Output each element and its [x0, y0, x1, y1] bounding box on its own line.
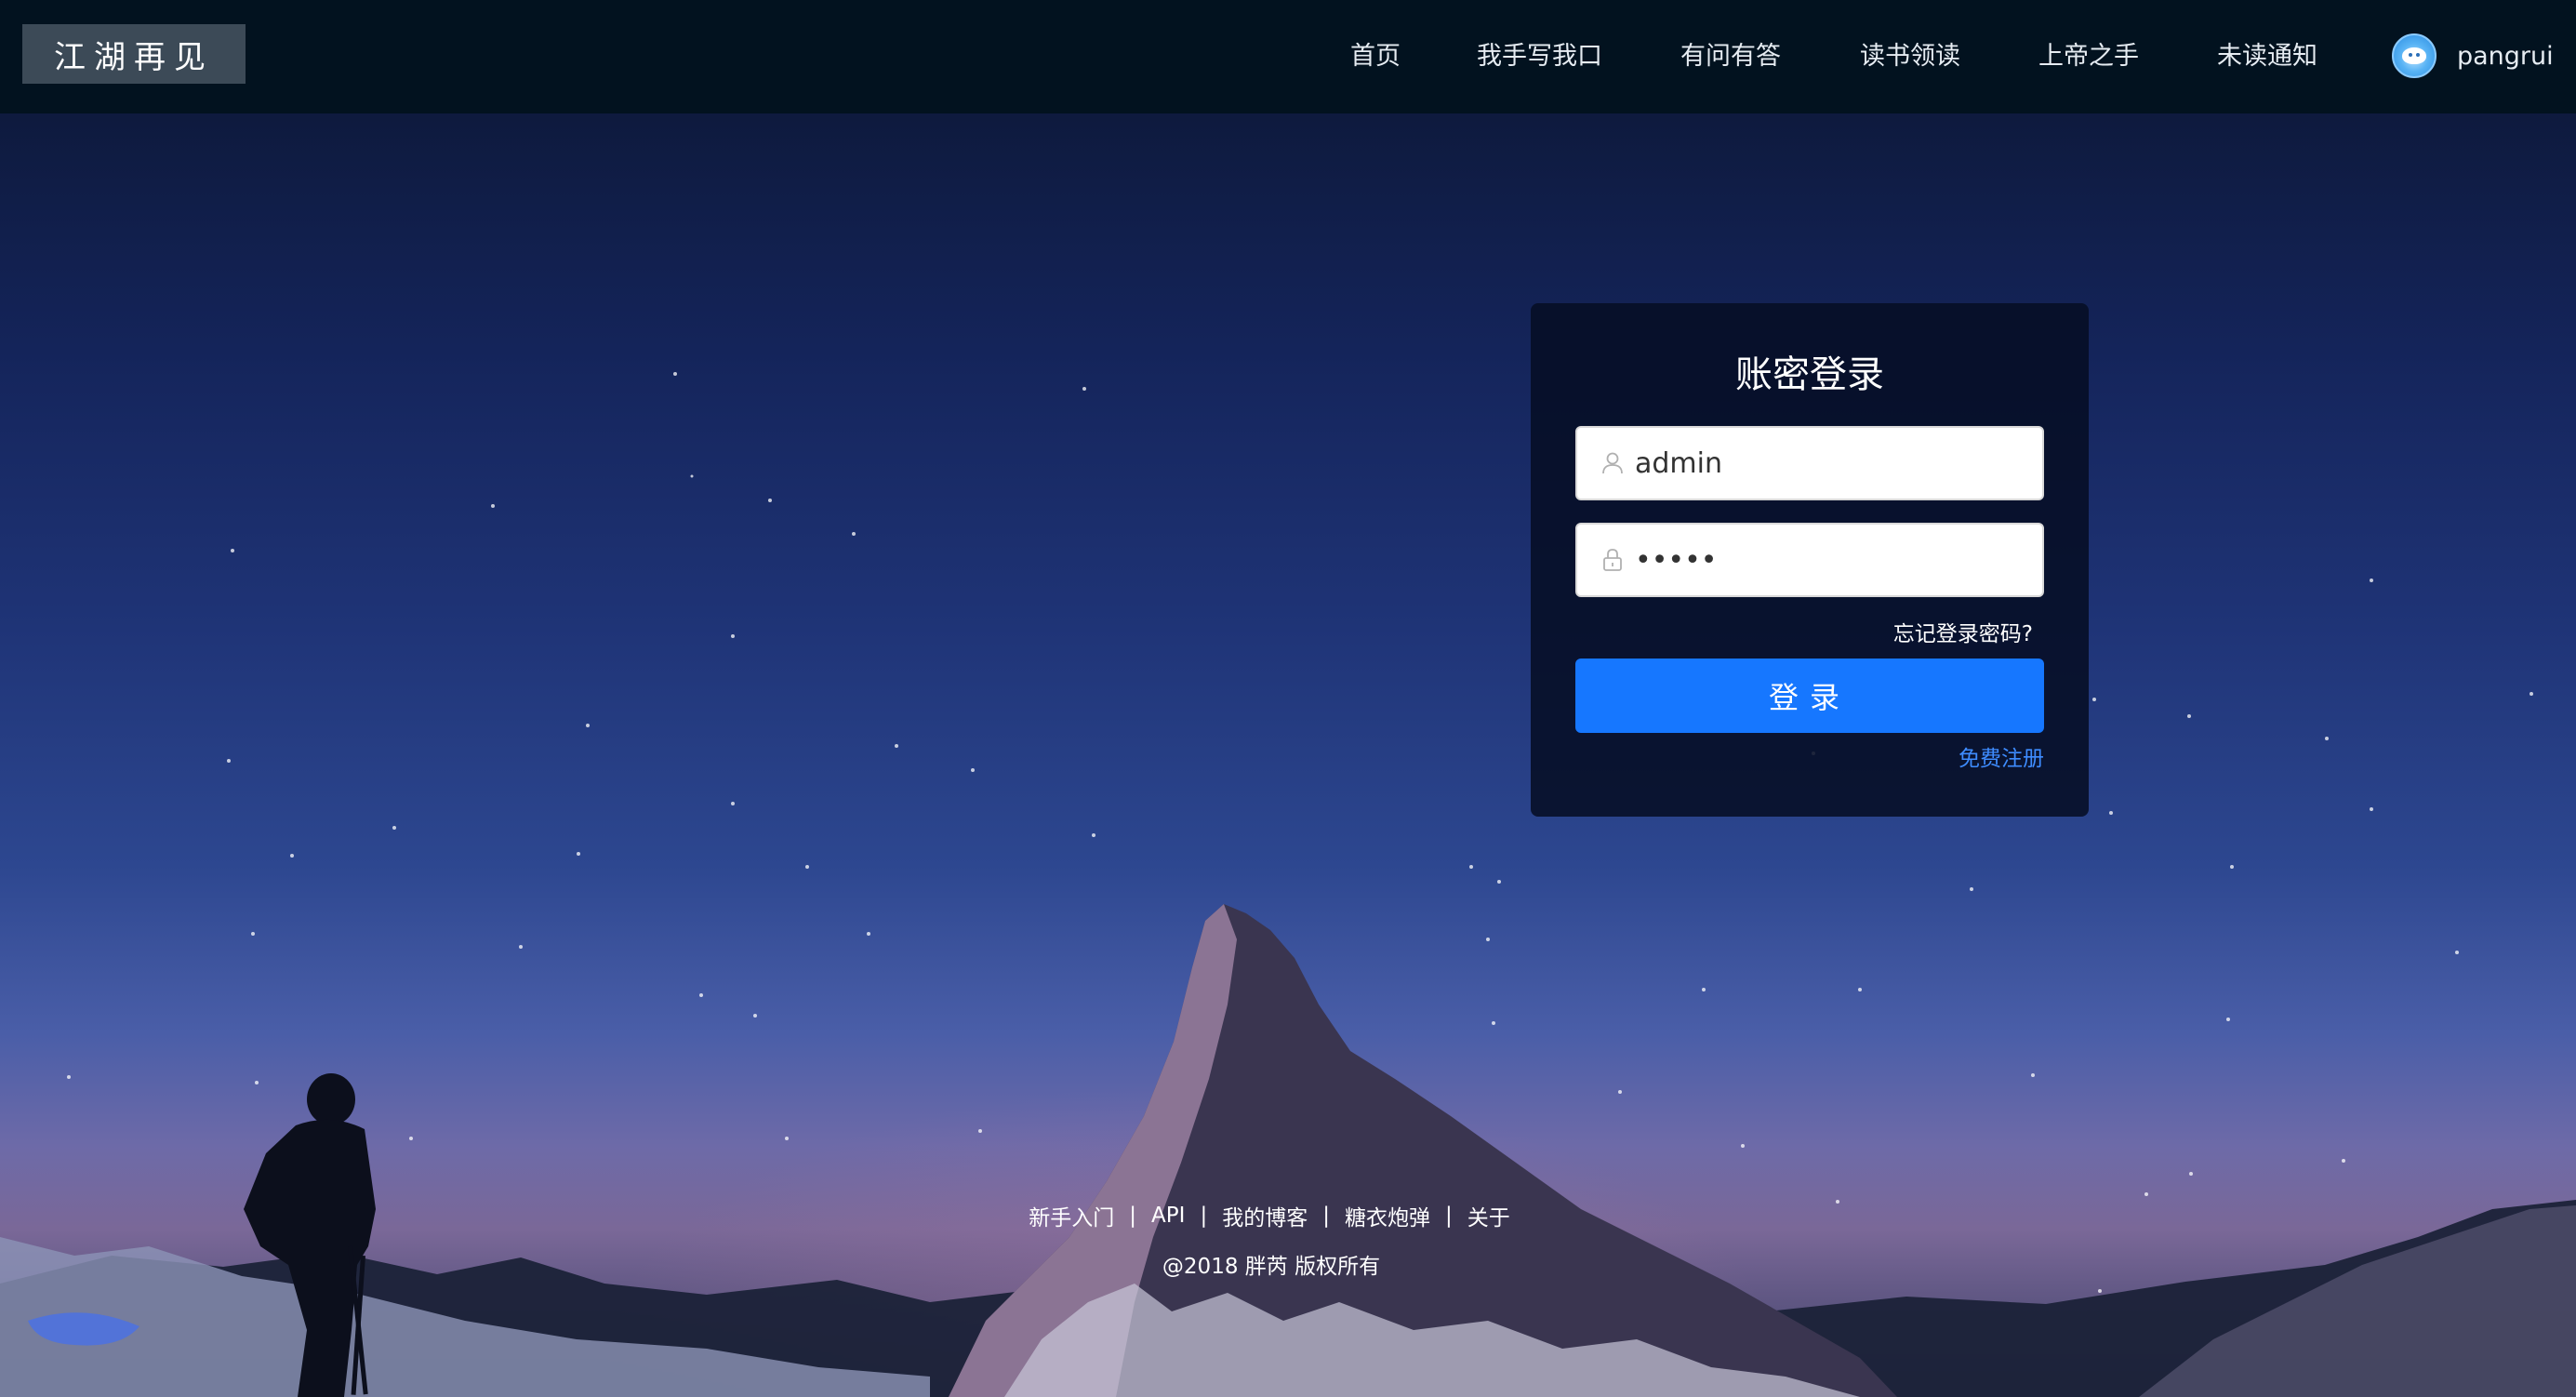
footer-link-getting-started[interactable]: 新手入门 [1029, 1200, 1114, 1231]
footer-link-blog[interactable]: 我的博客 [1222, 1200, 1308, 1231]
footer-separator: | [1129, 1204, 1137, 1228]
username-label[interactable]: pangrui [2457, 42, 2554, 71]
nav-item-write[interactable]: 我手写我口 [1477, 35, 1602, 72]
footer-link-sugar-coated[interactable]: 糖衣炮弹 [1345, 1200, 1430, 1231]
nav-item-home[interactable]: 首页 [1350, 35, 1401, 72]
nav-item-hand-of-god[interactable]: 上帝之手 [2038, 35, 2139, 72]
user-icon [1602, 452, 1623, 474]
lock-icon [1603, 549, 1622, 571]
footer-separator: | [1322, 1204, 1330, 1228]
login-title: 账密登录 [1735, 353, 1884, 396]
footer-separator: | [1200, 1204, 1208, 1228]
username-field[interactable] [1575, 426, 2044, 500]
password-input[interactable] [1635, 543, 2025, 577]
nav-item-qa[interactable]: 有问有答 [1680, 35, 1781, 72]
top-navigation-bar: 江湖再见 首页 我手写我口 有问有答 读书领读 上帝之手 未读通知 pangru… [0, 0, 2576, 113]
avatar-face [2402, 47, 2426, 64]
footer: 新手入门 | API | 我的博客 | 糖衣炮弹 | 关于 @2018 胖芮 版… [0, 1200, 2576, 1280]
avatar-icon[interactable] [2392, 33, 2437, 78]
username-input[interactable] [1635, 446, 2025, 480]
register-link[interactable]: 免费注册 [1959, 740, 2044, 772]
nav-item-reading[interactable]: 读书领读 [1860, 35, 1960, 72]
password-field[interactable] [1575, 523, 2044, 597]
mountain-scene-illustration [0, 372, 2576, 1397]
forgot-password-link[interactable]: 忘记登录密码? [1893, 616, 2033, 647]
login-card: 账密登录 忘记登录密码? 登录 免费注册 [1531, 303, 2089, 817]
copyright-text: @2018 胖芮 版权所有 [1162, 1255, 1381, 1279]
footer-separator: | [1444, 1204, 1453, 1228]
footer-link-api[interactable]: API [1151, 1204, 1185, 1228]
site-logo[interactable]: 江湖再见 [22, 24, 246, 84]
nav-item-notifications[interactable]: 未读通知 [2217, 35, 2317, 72]
user-menu[interactable]: pangrui [2392, 32, 2554, 80]
footer-link-about[interactable]: 关于 [1467, 1200, 1510, 1231]
footer-links: 新手入门 | API | 我的博客 | 糖衣炮弹 | 关于 [0, 1200, 2576, 1231]
login-button[interactable]: 登录 [1575, 659, 2044, 733]
login-page: 江湖再见 首页 我手写我口 有问有答 读书领读 上帝之手 未读通知 pangru… [0, 0, 2576, 1397]
